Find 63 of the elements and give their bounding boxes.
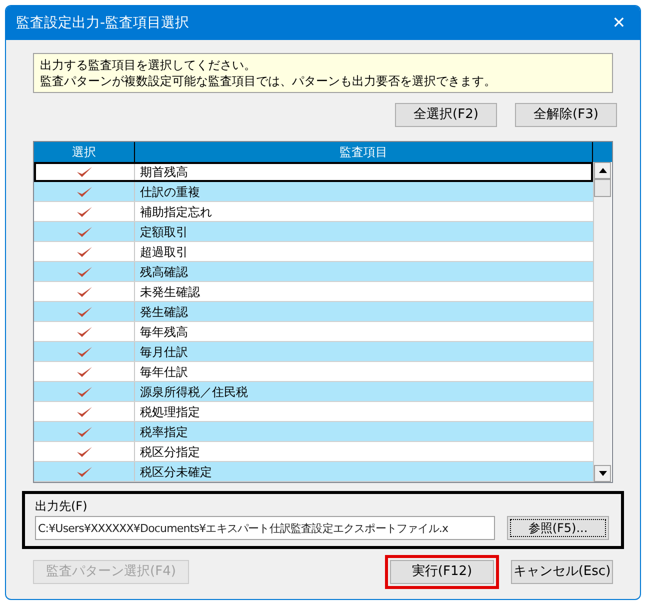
table-cell-text: 未発生確認 (139, 284, 200, 300)
table-cell-text: 毎月仕訳 (139, 344, 188, 360)
dialog-button[interactable]: 全解除(F3) (515, 103, 617, 127)
table-row[interactable]: 源泉所得税／住民税 (34, 382, 593, 402)
check-icon[interactable] (76, 426, 92, 438)
table-row[interactable]: 発生確認 (34, 302, 593, 322)
check-icon[interactable] (76, 406, 92, 418)
table-row[interactable]: 毎年残高 (34, 322, 593, 342)
table-cell-text: 仕訳の重複 (139, 184, 200, 200)
info-text: 出力する監査項目を選択してください。 (40, 57, 257, 73)
table-cell-text: 源泉所得税／住民税 (139, 384, 248, 400)
check-icon[interactable] (76, 386, 92, 398)
table-row[interactable]: 期首残高 (34, 162, 593, 182)
output-label: 出力先(F) (35, 498, 88, 515)
table-cell-text: 税区分指定 (139, 444, 200, 460)
check-icon[interactable] (76, 166, 92, 178)
table-row[interactable]: 超過取引 (34, 242, 593, 262)
table-row[interactable]: 毎年仕訳 (34, 362, 593, 382)
table-cell-text: 毎年仕訳 (139, 364, 188, 380)
scroll-down-icon[interactable] (594, 465, 611, 482)
table-row[interactable]: 補助指定忘れ (34, 202, 593, 222)
table-row[interactable]: 残高確認 (34, 262, 593, 282)
check-icon[interactable] (76, 226, 92, 238)
dialog-button[interactable]: 実行(F12) (390, 560, 494, 584)
table-row[interactable]: 仕訳の重複 (34, 182, 593, 202)
table-cell-text: 毎年残高 (139, 324, 188, 340)
table-row[interactable]: 税率指定 (34, 422, 593, 442)
check-icon[interactable] (76, 466, 92, 478)
info-text: 監査パターンが複数設定可能な監査項目では、パターンも出力要否を選択できます。 (40, 73, 497, 89)
table-cell-text: 税率指定 (139, 424, 188, 440)
browse-button[interactable]: 参照(F5)... (507, 516, 609, 540)
check-icon[interactable] (76, 306, 92, 318)
table-cell-text: 税区分未確定 (139, 464, 212, 480)
table-row[interactable]: 税処理指定 (34, 402, 593, 422)
scroll-up-icon[interactable] (594, 162, 611, 179)
table-cell-text: 期首残高 (139, 164, 188, 181)
table-row[interactable]: 毎月仕訳 (34, 342, 593, 362)
dialog-button[interactable]: 全選択(F2) (395, 103, 497, 127)
scroll-thumb[interactable] (594, 179, 611, 197)
table-cell-text: 発生確認 (139, 304, 188, 320)
check-icon[interactable] (76, 206, 92, 218)
scrollbar[interactable] (593, 162, 611, 482)
dialog-button[interactable]: キャンセル(Esc) (511, 560, 613, 584)
table-cell-text: 残高確認 (139, 264, 188, 280)
check-icon[interactable] (76, 266, 92, 278)
output-path-field[interactable]: C:¥Users¥XXXXXX¥Documents¥エキスパート仕訳監査設定エクスポートファイル.x (35, 516, 495, 540)
table-row[interactable]: 税区分未確定 (34, 462, 593, 482)
table-cell-text: 超過取引 (139, 244, 188, 260)
close-button[interactable]: ✕ (604, 10, 634, 36)
table-row[interactable]: 定額取引 (34, 222, 593, 242)
check-icon[interactable] (76, 346, 92, 358)
check-icon[interactable] (76, 446, 92, 458)
table-cell-text: 定額取引 (139, 224, 188, 240)
check-icon[interactable] (76, 326, 92, 338)
check-icon[interactable] (76, 246, 92, 258)
table-cell-text: 税処理指定 (139, 404, 200, 420)
table-cell-text: 補助指定忘れ (139, 204, 212, 220)
table-row[interactable]: 税区分指定 (34, 442, 593, 462)
window-title: 監査設定出力-監査項目選択 (16, 14, 190, 32)
check-icon[interactable] (76, 366, 92, 378)
check-icon[interactable] (76, 186, 92, 198)
check-icon[interactable] (76, 286, 92, 298)
table-row[interactable]: 未発生確認 (34, 282, 593, 302)
